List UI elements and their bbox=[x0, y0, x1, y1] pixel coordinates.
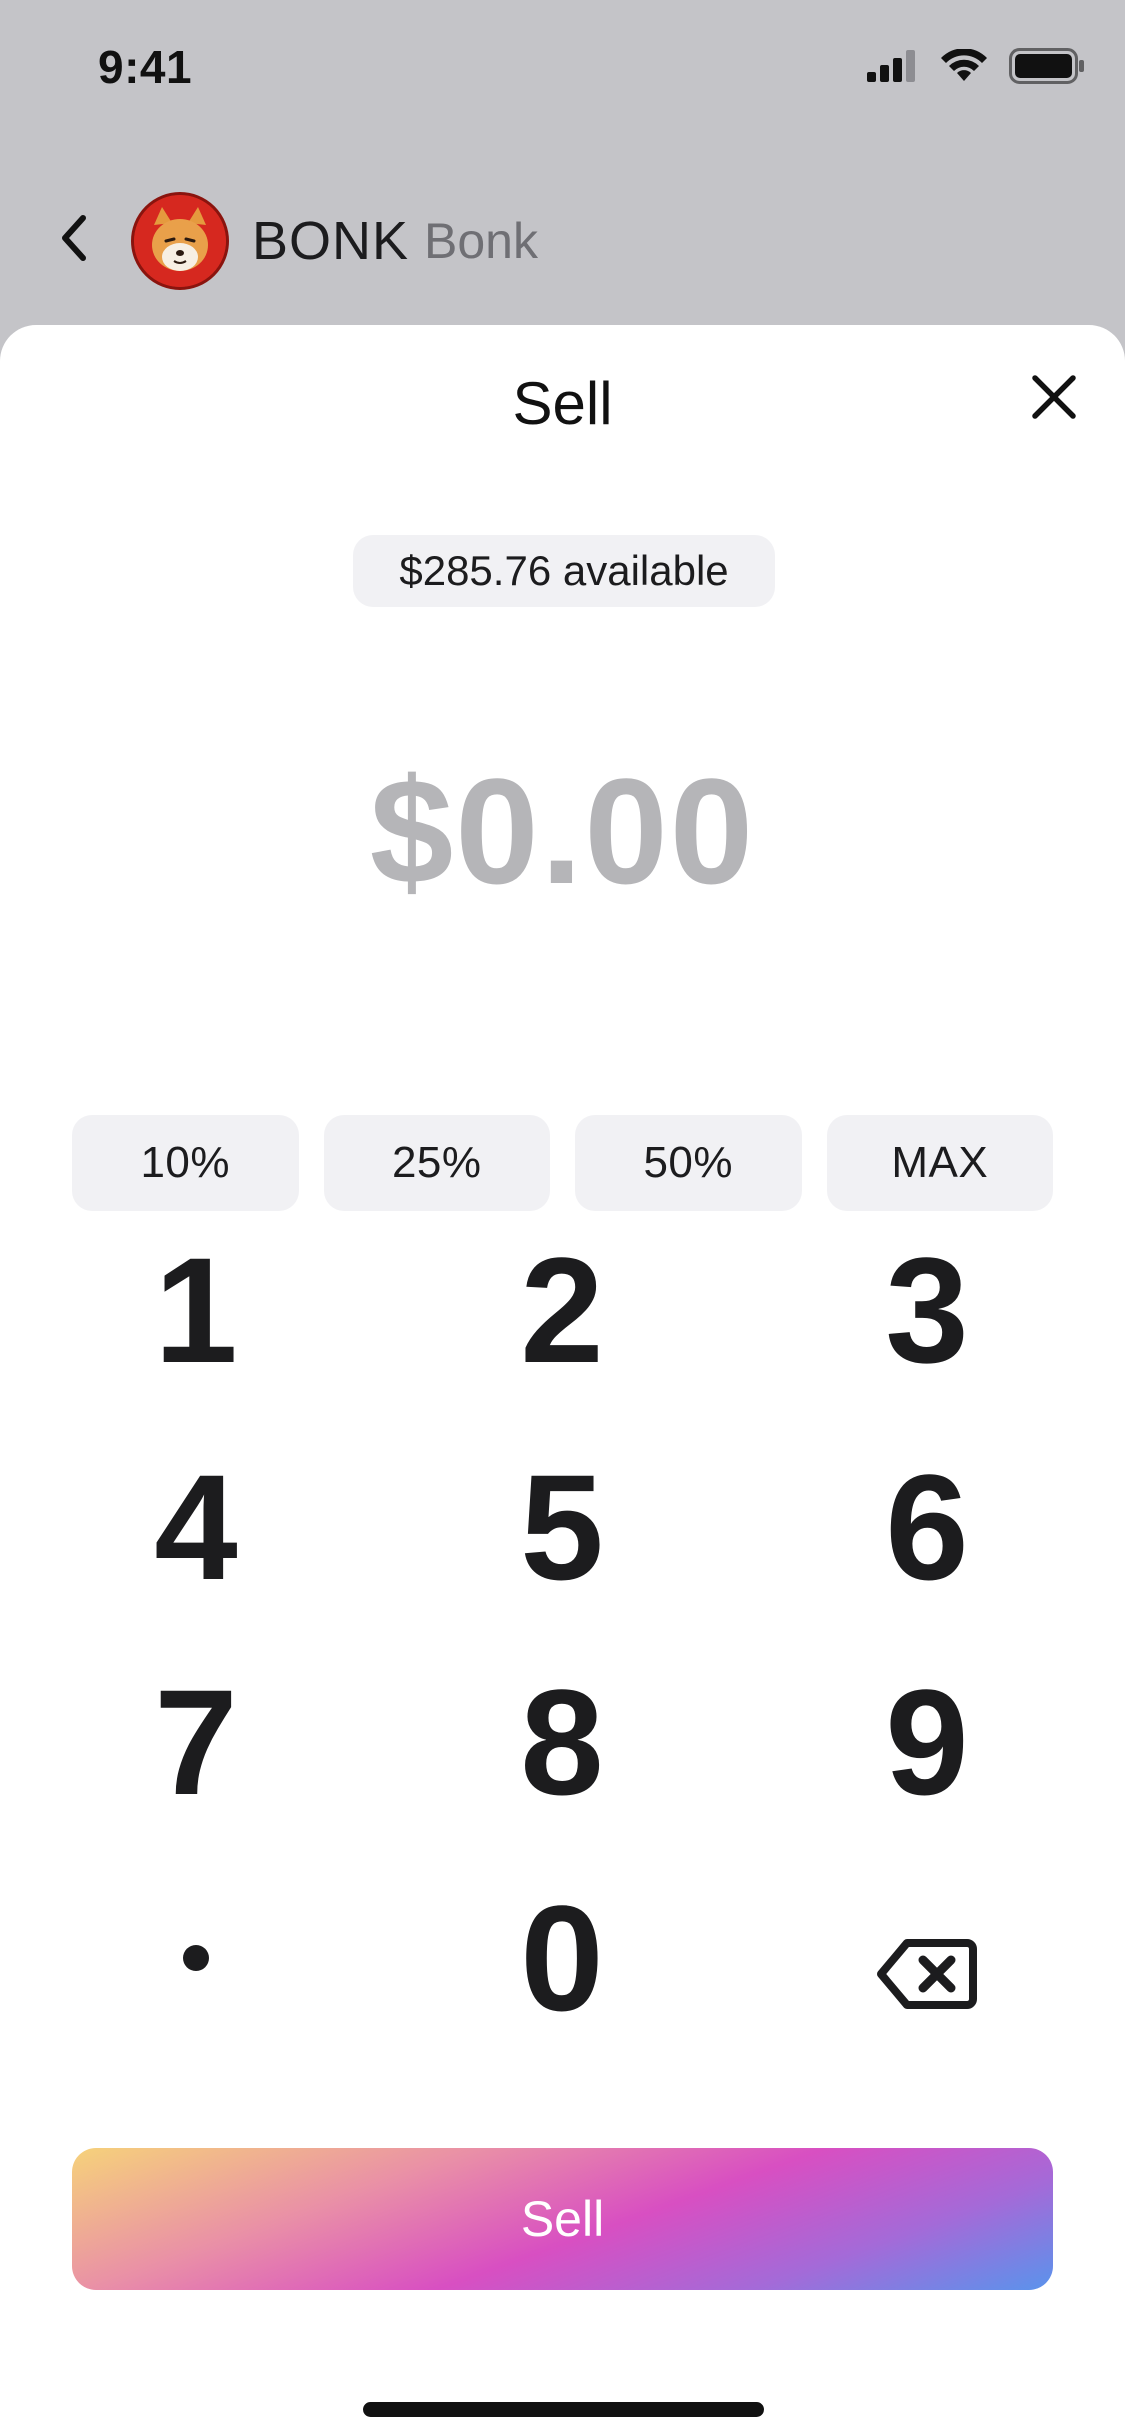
amount-display: $0.00 bbox=[369, 747, 756, 915]
key-9[interactable]: 9 bbox=[797, 1642, 1057, 1842]
status-icons bbox=[867, 48, 1085, 89]
battery-icon bbox=[1009, 48, 1085, 89]
token-name: Bonk bbox=[424, 213, 538, 269]
key-decimal[interactable] bbox=[66, 1858, 326, 2058]
token-logo bbox=[131, 192, 229, 290]
percent-row: 10% 25% 50% MAX bbox=[72, 1115, 1053, 1211]
key-7[interactable]: 7 bbox=[66, 1642, 326, 1842]
sell-sheet: Sell $285.76 available $0.00 10% 25% 50%… bbox=[0, 325, 1125, 2436]
key-0[interactable]: 0 bbox=[432, 1858, 692, 2058]
token-symbol: BONK bbox=[252, 211, 410, 271]
percent-10-button[interactable]: 10% bbox=[72, 1115, 299, 1211]
status-time: 9:41 bbox=[98, 41, 193, 93]
key-2[interactable]: 2 bbox=[432, 1210, 692, 1410]
chevron-left-icon bbox=[59, 214, 89, 267]
max-button[interactable]: MAX bbox=[826, 1115, 1053, 1211]
cellular-signal-icon bbox=[867, 50, 919, 87]
key-4[interactable]: 4 bbox=[66, 1427, 326, 1627]
key-backspace[interactable] bbox=[797, 1858, 1057, 2058]
key-6[interactable]: 6 bbox=[797, 1427, 1057, 1627]
sell-button[interactable]: Sell bbox=[72, 2148, 1053, 2290]
status-bar: 9:41 bbox=[0, 0, 1125, 135]
backspace-icon bbox=[877, 1872, 977, 2045]
key-5[interactable]: 5 bbox=[432, 1427, 692, 1627]
token-header: BONK Bonk bbox=[0, 190, 1125, 290]
back-button[interactable] bbox=[52, 212, 96, 268]
key-3[interactable]: 3 bbox=[797, 1210, 1057, 1410]
sheet-title: Sell bbox=[512, 370, 613, 437]
key-1[interactable]: 1 bbox=[66, 1210, 326, 1410]
wifi-icon bbox=[941, 48, 987, 88]
available-balance: $285.76 available bbox=[353, 535, 775, 607]
close-button[interactable] bbox=[1024, 369, 1084, 429]
key-8[interactable]: 8 bbox=[432, 1642, 692, 1842]
home-indicator bbox=[363, 2402, 764, 2417]
percent-25-button[interactable]: 25% bbox=[323, 1115, 550, 1211]
close-icon bbox=[1031, 374, 1077, 425]
percent-50-button[interactable]: 50% bbox=[575, 1115, 802, 1211]
